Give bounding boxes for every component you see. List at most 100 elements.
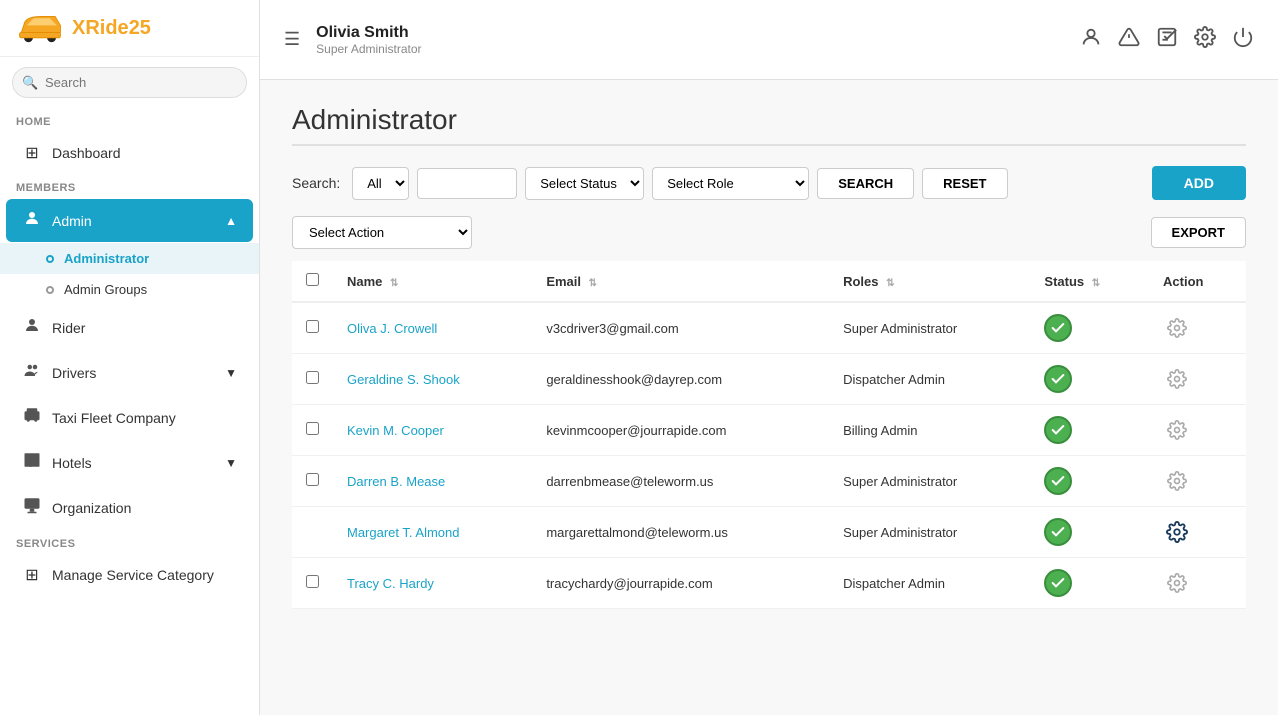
main-content: ☰ Olivia Smith Super Administrator Admi	[260, 0, 1278, 715]
gear-action-icon[interactable]	[1163, 314, 1191, 342]
row-email: darrenbmease@teleworm.us	[532, 456, 829, 507]
menu-icon[interactable]: ☰	[284, 29, 300, 50]
gear-action-icon[interactable]	[1163, 365, 1191, 393]
sidebar-item-admin[interactable]: Admin ▲	[6, 199, 253, 242]
sidebar-search-wrap: 🔍	[0, 57, 259, 108]
col-roles: Roles ⇅	[829, 261, 1030, 302]
page-title: Administrator	[292, 104, 1246, 136]
row-role: Super Administrator	[829, 456, 1030, 507]
drivers-icon	[22, 361, 42, 384]
checklist-icon[interactable]	[1156, 26, 1178, 53]
row-email: kevinmcooper@jourrapide.com	[532, 405, 829, 456]
sidebar-item-drivers[interactable]: Drivers ▼	[6, 351, 253, 394]
actions-row: Select Action Delete Activate Deactivate…	[292, 216, 1246, 249]
col-email: Email ⇅	[532, 261, 829, 302]
row-email: margarettalmond@teleworm.us	[532, 507, 829, 558]
row-role: Dispatcher Admin	[829, 354, 1030, 405]
status-sort-icon[interactable]: ⇅	[1092, 278, 1100, 289]
row-checkbox-cell	[292, 558, 333, 609]
sidebar-item-taxi-fleet[interactable]: Taxi Fleet Company	[6, 396, 253, 439]
row-status	[1030, 302, 1149, 354]
export-button[interactable]: EXPORT	[1151, 217, 1246, 248]
admin-arrow-icon: ▲	[225, 214, 237, 228]
section-label-services: SERVICES	[0, 530, 259, 554]
drivers-arrow-icon: ▼	[225, 366, 237, 380]
bulk-action-select[interactable]: Select Action Delete Activate Deactivate	[292, 216, 472, 249]
admin-name-link[interactable]: Margaret T. Almond	[347, 525, 459, 540]
rider-label: Rider	[52, 320, 85, 336]
role-select[interactable]: Select Role Super Administrator Dispatch…	[652, 167, 809, 200]
row-status	[1030, 354, 1149, 405]
table-row: Geraldine S. Shook geraldinesshook@dayrep…	[292, 354, 1246, 405]
admin-name-link[interactable]: Oliva J. Crowell	[347, 321, 437, 336]
row-email: v3cdriver3@gmail.com	[532, 302, 829, 354]
roles-sort-icon[interactable]: ⇅	[886, 278, 894, 289]
sidebar-search-input[interactable]	[12, 67, 247, 98]
drivers-label: Drivers	[52, 365, 96, 381]
title-divider	[292, 144, 1246, 146]
email-sort-icon[interactable]: ⇅	[589, 278, 597, 289]
row-name: Margaret T. Almond	[333, 507, 532, 558]
hotels-icon	[22, 451, 42, 474]
admin-table: Name ⇅ Email ⇅ Roles ⇅ Status	[292, 261, 1246, 609]
admin-name-link[interactable]: Darren B. Mease	[347, 474, 445, 489]
settings-icon[interactable]	[1194, 26, 1216, 53]
status-select[interactable]: Select Status Active Inactive	[525, 167, 644, 200]
row-email: geraldinesshook@dayrep.com	[532, 354, 829, 405]
gear-action-icon[interactable]	[1163, 569, 1191, 597]
admin-groups-label: Admin Groups	[64, 282, 147, 297]
search-type-select[interactable]: All	[352, 167, 409, 200]
sidebar-item-hotels[interactable]: Hotels ▼	[6, 441, 253, 484]
sidebar-item-dashboard[interactable]: ⊞ Dashboard	[6, 133, 253, 173]
search-filter-bar: Search: All Select Status Active Inactiv…	[292, 166, 1246, 200]
sidebar-item-administrator[interactable]: Administrator	[0, 243, 259, 274]
row-role: Dispatcher Admin	[829, 558, 1030, 609]
search-label: Search:	[292, 175, 340, 191]
taxi-fleet-icon	[22, 406, 42, 429]
name-sort-icon[interactable]: ⇅	[390, 278, 398, 289]
sidebar-item-admin-groups[interactable]: Admin Groups	[0, 274, 259, 305]
row-checkbox[interactable]	[306, 422, 319, 435]
gear-action-icon[interactable]	[1163, 518, 1191, 546]
admin-name-link[interactable]: Geraldine S. Shook	[347, 372, 460, 387]
section-label-members: MEMBERS	[0, 174, 259, 198]
table-row: Darren B. Mease darrenbmease@teleworm.usS…	[292, 456, 1246, 507]
reset-button[interactable]: RESET	[922, 168, 1007, 199]
row-role: Super Administrator	[829, 507, 1030, 558]
row-status	[1030, 507, 1149, 558]
gear-action-icon[interactable]	[1163, 416, 1191, 444]
alert-icon[interactable]	[1118, 26, 1140, 53]
status-icon	[1044, 416, 1072, 444]
search-text-input[interactable]	[417, 168, 517, 199]
search-button[interactable]: SEARCH	[817, 168, 914, 199]
sidebar-item-organization[interactable]: Organization	[6, 486, 253, 529]
row-role: Billing Admin	[829, 405, 1030, 456]
status-icon	[1044, 518, 1072, 546]
search-icon: 🔍	[22, 75, 38, 91]
row-checkbox[interactable]	[306, 473, 319, 486]
section-label-home: HOME	[0, 108, 259, 132]
select-all-checkbox[interactable]	[306, 273, 319, 286]
row-checkbox[interactable]	[306, 320, 319, 333]
row-name: Geraldine S. Shook	[333, 354, 532, 405]
sidebar-admin-label: Admin	[52, 213, 92, 229]
organization-label: Organization	[52, 500, 131, 516]
sidebar-item-manage-service[interactable]: ⊞ Manage Service Category	[6, 555, 253, 595]
power-icon[interactable]	[1232, 26, 1254, 53]
row-checkbox[interactable]	[306, 575, 319, 588]
admin-name-link[interactable]: Tracy C. Hardy	[347, 576, 434, 591]
logo-icon	[16, 12, 64, 44]
status-icon	[1044, 314, 1072, 342]
table-body: Oliva J. Crowell v3cdriver3@gmail.com Supe…	[292, 302, 1246, 609]
user-profile-icon[interactable]	[1080, 26, 1102, 53]
row-checkbox[interactable]	[306, 371, 319, 384]
table-row: Margaret T. Almond margarettalmond@telewo…	[292, 507, 1246, 558]
topbar-user: Olivia Smith Super Administrator	[316, 24, 1080, 56]
admin-name-link[interactable]: Kevin M. Cooper	[347, 423, 444, 438]
header-checkbox-cell	[292, 261, 333, 302]
add-button[interactable]: ADD	[1152, 166, 1246, 200]
sidebar-item-rider[interactable]: Rider	[6, 306, 253, 349]
gear-action-icon[interactable]	[1163, 467, 1191, 495]
table-row: Oliva J. Crowellv3cdriver3@gmail.comSupe…	[292, 302, 1246, 354]
administrator-dot	[46, 255, 54, 263]
